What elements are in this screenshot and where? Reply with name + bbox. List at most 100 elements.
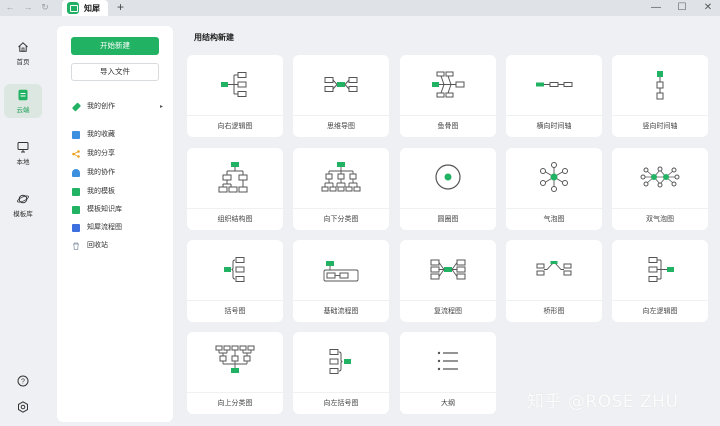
sidebar-item-template-kb[interactable]: 模板知识库 [71,203,167,217]
card-label: 基础流程图 [323,308,359,315]
forward-icon[interactable]: → [22,1,34,14]
card-mindmap[interactable]: 思维导图 [293,55,389,137]
basic-flow-icon [323,261,359,282]
card-divider [400,115,496,116]
card-divider [506,208,602,209]
tree-up-icon [215,345,255,373]
card-divider [187,115,283,116]
sidebar-item-label: 知犀流程图 [87,224,122,231]
sidebar-item-label: 我的模板 [87,188,115,195]
logic-right-icon [221,72,247,97]
sidebar-item-label: 我的协作 [87,169,115,176]
users-icon [72,169,80,177]
card-divider [293,392,389,393]
card-label: 竖向时间轴 [642,123,678,130]
card-fishbone[interactable]: 鱼骨图 [400,55,496,137]
card-label: 思维导图 [327,123,355,130]
card-multi-flow[interactable]: 复流程图 [400,240,496,322]
card-timeline-horizontal[interactable]: 横向时间轴 [506,55,602,137]
sidebar-item-favorites[interactable]: 我的收藏 [71,128,167,142]
back-icon[interactable]: ← [4,1,16,14]
mindmap-icon [324,77,358,92]
card-basic-flow[interactable]: 基础流程图 [293,240,389,322]
reload-icon[interactable]: ↻ [39,1,51,14]
new-button[interactable]: 开始新建 [71,37,159,55]
tab-title: 知犀 [84,4,100,13]
chevron-right-icon: ▸ [159,104,163,110]
card-divider [400,300,496,301]
card-label: 组织结构图 [217,216,253,223]
card-logic-left[interactable]: 向左逻辑图 [612,240,708,322]
card-double-bubble[interactable]: 双气泡图 [612,148,708,230]
left-rail: 首页 云端 本地 模板库 ? [0,16,46,426]
card-bridge-map[interactable]: 桥形图 [506,240,602,322]
monitor-icon [17,142,29,153]
new-tab-button[interactable]: + [117,0,124,14]
card-label: 双气泡图 [646,216,674,223]
tree-down-icon [321,162,361,192]
card-label: 向上分类图 [217,400,253,407]
card-divider [187,300,283,301]
help-icon[interactable]: ? [17,375,29,387]
org-chart-icon [218,162,248,193]
card-divider [506,115,602,116]
book-icon [72,206,80,214]
rail-item-local[interactable]: 本地 [4,136,42,170]
bubble-map-icon [540,162,568,192]
svg-text:?: ? [21,379,25,386]
card-outline[interactable]: 大纲 [400,332,496,414]
sidebar-item-label: 回收站 [87,242,108,249]
card-circle-map[interactable]: 圆圈图 [400,148,496,230]
card-divider [293,208,389,209]
card-logic-right[interactable]: 向右逻辑图 [187,55,283,137]
rail-label-local: 本地 [16,159,30,166]
card-label: 气泡图 [543,216,565,223]
rail-label-templates: 模板库 [13,211,33,218]
sidebar-item-collab[interactable]: 我的协作 [71,166,167,180]
rail-item-home[interactable]: 首页 [4,36,42,70]
card-label: 向右逻辑图 [217,123,253,130]
card-divider [400,392,496,393]
card-label: 向左括号图 [323,400,359,407]
card-divider [293,115,389,116]
rail-item-templates[interactable]: 模板库 [4,188,42,222]
sidebar-item-label: 我的创作 [87,103,115,110]
watermark: 知乎 @ROSE ZHU [527,392,679,412]
card-label: 大纲 [441,400,455,407]
card-brace-left[interactable]: 向左括号图 [293,332,389,414]
card-tree-up[interactable]: 向上分类图 [187,332,283,414]
rail-item-cloud[interactable]: 云端 [4,84,42,118]
card-label: 向下分类图 [323,216,359,223]
brace-left-icon [329,349,351,374]
card-bubble-map[interactable]: 气泡图 [506,148,602,230]
trash-icon [72,242,80,250]
card-label: 鱼骨图 [437,123,459,130]
card-label: 桥形图 [543,308,565,315]
import-button[interactable]: 导入文件 [71,63,159,81]
sidebar-item-my-templates[interactable]: 我的模板 [71,185,167,199]
card-tree-down[interactable]: 向下分类图 [293,148,389,230]
settings-icon[interactable] [17,401,29,413]
maximize-button[interactable]: ☐ [675,1,689,14]
card-org-chart[interactable]: 组织结构图 [187,148,283,230]
pen-icon [71,102,82,112]
sidebar-item-flowchart[interactable]: 知犀流程图 [71,221,167,235]
section-title: 用结构新建 [194,33,234,42]
card-timeline-vertical[interactable]: 竖向时间轴 [612,55,708,137]
planet-icon [17,194,29,204]
sidebar-item-label: 模板知识库 [87,206,122,213]
minimize-button[interactable]: — [649,1,663,14]
card-brace-map[interactable]: 括号图 [187,240,283,322]
card-divider [506,300,602,301]
logic-left-icon [648,257,674,282]
sidebar-item-my-creations[interactable]: 我的创作 ▸ [71,100,167,114]
sidebar-item-shares[interactable]: 我的分享 [71,147,167,161]
flowchart-icon [72,224,80,232]
close-button[interactable]: ✕ [701,1,715,14]
brace-map-icon [224,257,245,282]
sidebar-item-trash[interactable]: 回收站 [71,239,167,253]
card-label: 括号图 [224,308,246,315]
app-tab[interactable]: 知犀 [62,0,108,16]
card-divider [612,115,708,116]
card-label: 圆圈图 [437,216,459,223]
